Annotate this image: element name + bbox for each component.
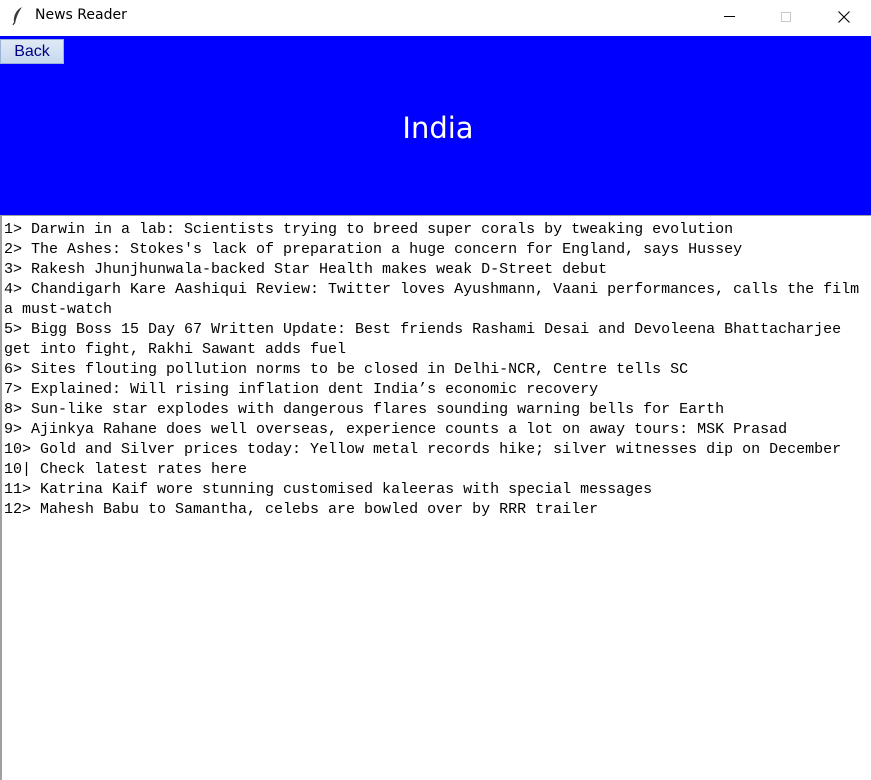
close-button[interactable] [821,0,867,33]
news-item[interactable]: 5> Bigg Boss 15 Day 67 Written Update: B… [4,320,870,360]
close-icon [838,10,850,23]
back-button[interactable]: Back [0,39,64,64]
news-item[interactable]: 9> Ajinkya Rahane does well overseas, ex… [4,420,870,440]
news-item[interactable]: 6> Sites flouting pollution norms to be … [4,360,870,380]
news-item[interactable]: 11> Katrina Kaif wore stunning customise… [4,480,870,500]
news-item[interactable]: 4> Chandigarh Kare Aashiqui Review: Twit… [4,280,870,320]
news-reader-window: News Reader Back India 1> Darwin in a la… [0,0,871,780]
minimize-icon [723,16,735,17]
category-header: Back India [0,36,871,215]
news-item[interactable]: 12> Mahesh Babu to Samantha, celebs are … [4,500,870,520]
news-item[interactable]: 2> The Ashes: Stokes's lack of preparati… [4,240,870,260]
news-item[interactable]: 8> Sun-like star explodes with dangerous… [4,400,870,420]
news-item[interactable]: 1> Darwin in a lab: Scientists trying to… [4,220,870,240]
feather-icon [12,7,22,26]
maximize-icon [781,11,791,22]
news-item[interactable]: 10> Gold and Silver prices today: Yellow… [4,440,870,480]
maximize-button[interactable] [763,0,809,33]
window-title: News Reader [35,7,127,23]
title-bar[interactable]: News Reader [0,0,871,33]
news-list[interactable]: 1> Darwin in a lab: Scientists trying to… [0,215,871,780]
category-title: India [402,111,474,145]
minimize-button[interactable] [706,0,752,33]
news-item[interactable]: 3> Rakesh Jhunjhunwala-backed Star Healt… [4,260,870,280]
news-item[interactable]: 7> Explained: Will rising inflation dent… [4,380,870,400]
